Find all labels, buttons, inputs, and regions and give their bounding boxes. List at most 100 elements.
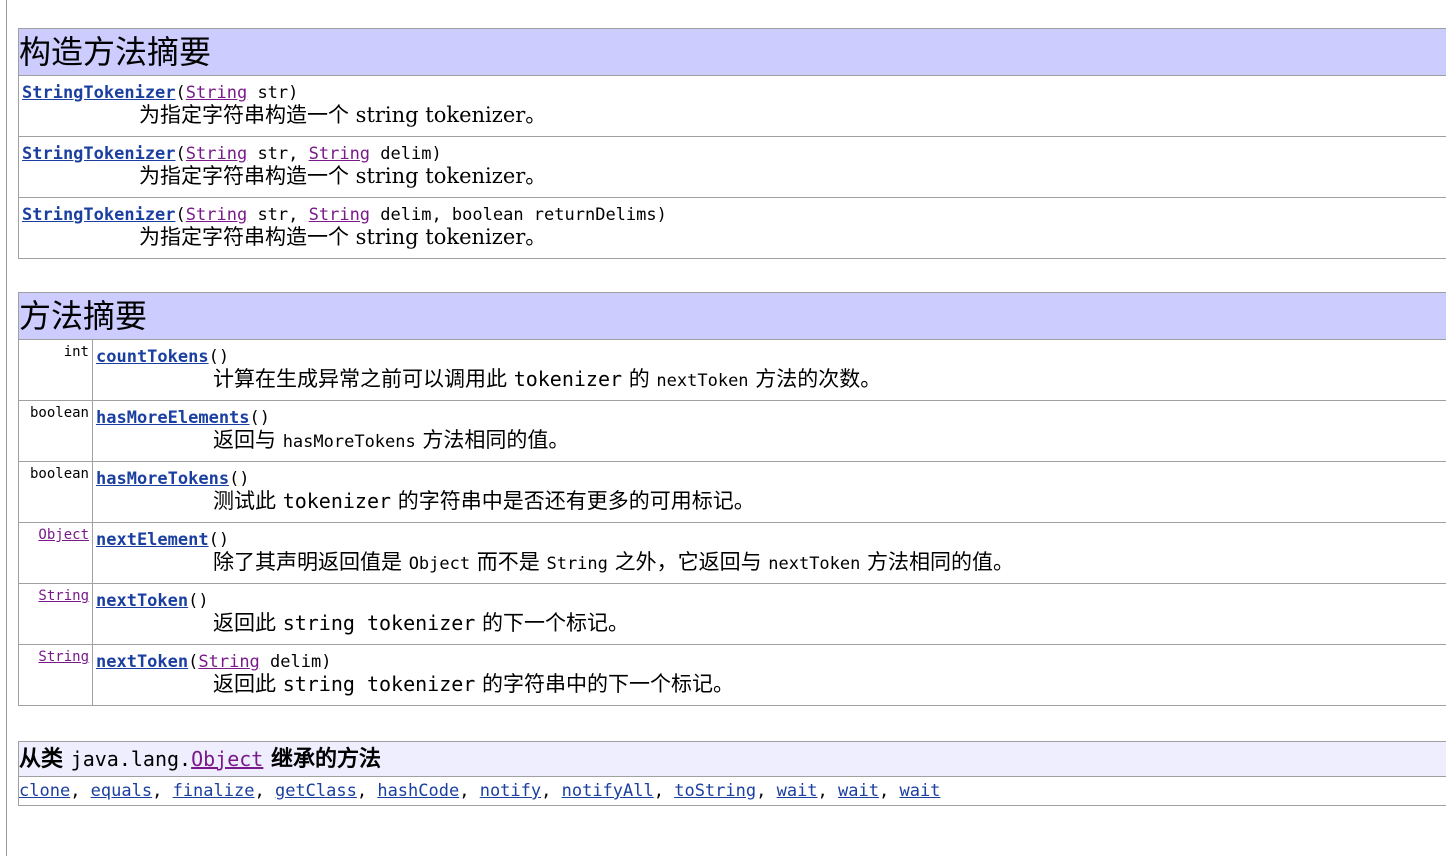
paren-close: )	[656, 205, 667, 225]
constructor-name-link[interactable]: StringTokenizer	[22, 83, 176, 103]
return-type-cell: String	[18, 644, 93, 706]
method-row: boolean hasMoreTokens() 测试此 tokenizer 的字符串…	[18, 461, 1446, 523]
paren-close: )	[288, 83, 299, 103]
left-frame-border	[0, 0, 7, 856]
desc-text: nextToken	[768, 554, 861, 574]
constructor-summary-title: 构造方法摘要	[18, 28, 1446, 76]
param-name: delim)	[259, 652, 332, 672]
return-type-link[interactable]: String	[38, 649, 89, 665]
param-name: delim	[370, 144, 432, 164]
desc-text: 计算在生成异常之前可以调用此	[213, 367, 514, 391]
method-row: int countTokens() 计算在生成异常之前可以调用此 tokenizer…	[18, 339, 1446, 401]
constructor-summary-table: 构造方法摘要 StringTokenizer(String str) 为指定字符串…	[18, 28, 1446, 259]
constructor-signature: StringTokenizer(String str, String delim…	[19, 145, 1446, 163]
desc-text: 的字符串中是否还有更多的可用标记。	[391, 489, 755, 513]
desc-text: tokenizer	[513, 367, 623, 391]
desc-text: Object	[408, 554, 471, 574]
inherited-methods-list: clone, equals, finalize, getClass, hashC…	[18, 776, 1446, 806]
param-type-link[interactable]: String	[186, 144, 247, 164]
inherited-method-link[interactable]: notifyAll	[562, 781, 654, 801]
method-description: 除了其声明返回值是 Object 而不是 String 之外，它返回与 next…	[93, 549, 1446, 577]
method-signature: countTokens()	[93, 348, 1446, 366]
return-type-link[interactable]: String	[38, 588, 89, 604]
inherited-method-link[interactable]: wait	[899, 781, 940, 801]
inherited-method-link[interactable]: clone	[19, 781, 70, 801]
desc-text: 之外，它返回与	[607, 550, 769, 574]
inherited-method-link[interactable]: equals	[91, 781, 152, 801]
inherited-method-link[interactable]: wait	[777, 781, 818, 801]
desc-text: 的	[622, 367, 657, 391]
param-type-link[interactable]: String	[309, 144, 370, 164]
return-type-cell: int	[18, 339, 93, 401]
return-type-cell: String	[18, 583, 93, 645]
separator: ,	[70, 781, 91, 801]
param-type-link[interactable]: String	[309, 205, 370, 225]
return-type-cell: boolean	[18, 461, 93, 523]
inherited-class-link[interactable]: Object	[191, 747, 263, 771]
param-type-link[interactable]: String	[186, 205, 247, 225]
constructor-row: StringTokenizer(String str) 为指定字符串构造一个 st…	[18, 75, 1446, 137]
method-description: 计算在生成异常之前可以调用此 tokenizer 的 nextToken 方法的…	[93, 366, 1446, 394]
separator: ,	[152, 781, 173, 801]
paren-open: (	[175, 205, 186, 225]
inherited-method-link[interactable]: notify	[480, 781, 541, 801]
separator: ,	[254, 781, 275, 801]
method-name-link[interactable]: nextElement	[96, 530, 209, 550]
constructor-name-link[interactable]: StringTokenizer	[22, 205, 176, 225]
method-signature: nextElement()	[93, 531, 1446, 549]
method-name-link[interactable]: nextToken	[96, 652, 188, 672]
inherited-method-link[interactable]: getClass	[275, 781, 357, 801]
separator: ,	[878, 781, 900, 801]
separator: ,	[459, 781, 480, 801]
method-description: 返回与 hasMoreTokens 方法相同的值。	[93, 427, 1446, 455]
desc-text: 而不是	[470, 550, 547, 574]
inherited-method-link[interactable]: hashCode	[377, 781, 459, 801]
method-args: ()	[249, 408, 271, 428]
desc-text: string tokenizer	[282, 672, 476, 696]
constructor-row: StringTokenizer(String str, String delim…	[18, 136, 1446, 198]
desc-text: nextToken	[656, 371, 749, 391]
param-name: str,	[247, 205, 309, 225]
paren-open: (	[175, 144, 186, 164]
method-signature: hasMoreElements()	[93, 409, 1446, 427]
method-args: ()	[208, 530, 230, 550]
inherited-method-link[interactable]: finalize	[173, 781, 255, 801]
param-name: str,	[247, 144, 309, 164]
constructor-name-link[interactable]: StringTokenizer	[22, 144, 176, 164]
method-name-link[interactable]: hasMoreTokens	[96, 469, 229, 489]
method-description: 测试此 tokenizer 的字符串中是否还有更多的可用标记。	[93, 488, 1446, 514]
inherited-method-link[interactable]: wait	[838, 781, 879, 801]
paren-close: )	[431, 144, 442, 164]
desc-text: 方法相同的值。	[860, 550, 1015, 574]
desc-text: 的字符串中的下一个标记。	[475, 672, 735, 696]
method-name-link[interactable]: nextToken	[96, 591, 188, 611]
desc-text: string tokenizer	[282, 611, 476, 635]
inherited-methods-title: 从类 java.lang.Object 继承的方法	[18, 741, 1446, 777]
method-summary-table: 方法摘要 int countTokens() 计算在生成异常之前可以调用此 toke…	[18, 292, 1446, 706]
return-type: boolean	[29, 466, 89, 482]
method-signature: nextToken(String delim)	[93, 653, 1446, 671]
method-description: 返回此 string tokenizer 的字符串中的下一个标记。	[93, 671, 1446, 697]
param-name: str	[247, 83, 289, 103]
separator: ,	[356, 781, 378, 801]
method-signature: hasMoreTokens()	[93, 470, 1446, 488]
method-name-link[interactable]: hasMoreElements	[96, 408, 250, 428]
constructor-row: StringTokenizer(String str, String delim…	[18, 197, 1446, 259]
method-name-link[interactable]: countTokens	[96, 347, 209, 367]
param-type-link[interactable]: String	[186, 83, 247, 103]
desc-text: hasMoreTokens	[282, 432, 416, 452]
desc-text: 方法的次数。	[748, 367, 882, 391]
param-type-link[interactable]: String	[198, 652, 259, 672]
return-type-cell: boolean	[18, 400, 93, 462]
separator: ,	[817, 781, 839, 801]
method-args: ()	[208, 347, 230, 367]
method-signature: nextToken()	[93, 592, 1446, 610]
desc-text: 返回与	[213, 428, 283, 452]
inherited-method-link[interactable]: toString	[674, 781, 756, 801]
desc-text: String	[546, 554, 608, 574]
return-type-link[interactable]: Object	[38, 527, 89, 543]
constructor-description: 为指定字符串构造一个 string tokenizer。	[139, 164, 547, 188]
method-description: 返回此 string tokenizer 的下一个标记。	[93, 610, 1446, 636]
separator: ,	[653, 781, 675, 801]
method-row: Object nextElement() 除了其声明返回值是 Object 而不是 …	[18, 522, 1446, 584]
